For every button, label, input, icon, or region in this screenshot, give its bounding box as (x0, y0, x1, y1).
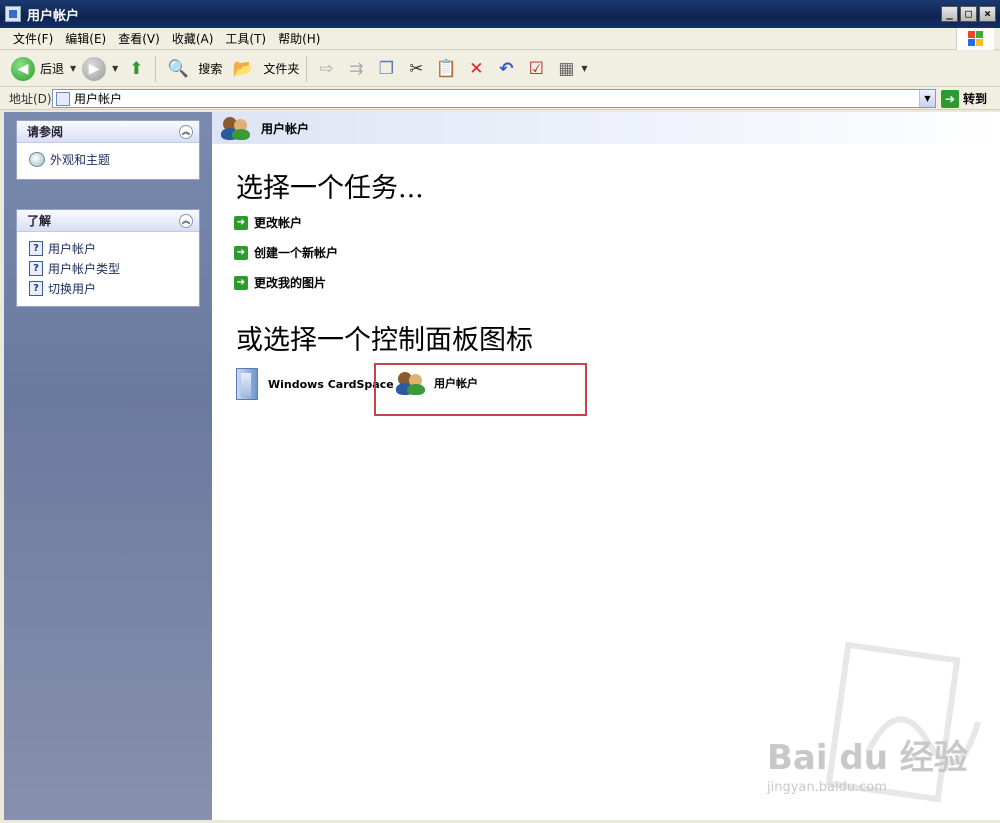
toolbar: ◀ 后退 ▼ ▶ ▼ ⬆ 🔍 搜索 📂 文件夹 ⇨ ⇉ ❐ ✂ 📋 ✕ ↶ ☑ … (0, 51, 1000, 87)
content-area: 用户帐户 选择一个任务... ➔ 更改帐户 ➔ 创建一个新帐户 ➔ 更改我的图片… (212, 112, 1000, 820)
learn-title: 了解 (27, 214, 52, 228)
undo-icon[interactable]: ↶ (494, 57, 518, 81)
back-dropdown-icon[interactable]: ▼ (70, 64, 76, 73)
windows-logo (956, 28, 994, 50)
help-icon: ? (29, 260, 43, 276)
task-pane: 请参阅 ︽ 外观和主题 了解 ︽ ? 用户帐户 ? 用户帐户类型 ? 切换用户 (4, 112, 212, 820)
address-label: 地址(D) (9, 91, 52, 106)
sidebar-item-label: 切换用户 (48, 281, 97, 296)
arrow-icon: ➔ (234, 245, 248, 260)
copy-icon[interactable]: ❐ (374, 57, 398, 81)
menu-bar: 文件(F) 编辑(E) 查看(V) 收藏(A) 工具(T) 帮助(H) (0, 28, 1000, 50)
views-icon[interactable]: ▦ (554, 57, 578, 81)
cut-icon[interactable]: ✂ (404, 57, 428, 81)
sidebar-item-label: 用户帐户 (48, 241, 97, 256)
menu-help[interactable]: 帮助(H) (272, 30, 326, 47)
go-button[interactable]: ➔ 转到 (941, 89, 987, 108)
go-label: 转到 (963, 92, 988, 106)
menu-file[interactable]: 文件(F) (7, 30, 59, 47)
forward-dropdown-icon[interactable]: ▼ (112, 64, 118, 73)
views-dropdown-icon[interactable]: ▼ (581, 64, 587, 73)
task-label: 更改我的图片 (254, 276, 327, 290)
forward-arrow-icon: ▶ (82, 56, 107, 81)
task-create-account[interactable]: ➔ 创建一个新帐户 (234, 244, 338, 261)
window-controls: _ □ × (941, 6, 996, 22)
minimize-button[interactable]: _ (941, 6, 958, 22)
sidebar-item-switch-user[interactable]: ? 切换用户 (29, 278, 199, 298)
back-label: 后退 (40, 62, 65, 76)
address-value: 用户帐户 (74, 92, 123, 106)
menu-edit[interactable]: 编辑(E) (59, 30, 112, 47)
search-icon: 🔍 (167, 58, 189, 79)
menu-tools[interactable]: 工具(T) (219, 30, 272, 47)
address-bar: 地址(D) 用户帐户 ▼ ➔ 转到 (0, 87, 1000, 110)
content-header-title: 用户帐户 (261, 121, 310, 136)
cardspace-icon (236, 368, 258, 400)
learn-header[interactable]: 了解 ︽ (17, 210, 199, 232)
content-header: 用户帐户 (212, 112, 1000, 144)
search-label: 搜索 (198, 62, 223, 76)
learn-panel: 了解 ︽ ? 用户帐户 ? 用户帐户类型 ? 切换用户 (16, 209, 200, 307)
sidebar-item-label: 外观和主题 (50, 152, 111, 167)
user-accounts-icon (221, 115, 251, 141)
move-to-icon[interactable]: ⇨ (314, 57, 338, 81)
back-button[interactable]: ◀ 后退 ▼ (0, 54, 79, 84)
watermark-url: jingyan.baidu.com (767, 780, 887, 795)
control-panel-icon (56, 91, 70, 106)
back-arrow-icon: ◀ (11, 56, 35, 81)
task-change-account[interactable]: ➔ 更改帐户 (234, 214, 302, 231)
task-heading: 选择一个任务... (236, 173, 424, 204)
toolbar-separator (306, 55, 308, 82)
highlight-annotation (374, 363, 587, 416)
see-also-title: 请参阅 (27, 125, 64, 139)
window-title: 用户帐户 (27, 8, 80, 24)
icon-heading: 或选择一个控制面板图标 (236, 325, 533, 356)
sidebar-item-user-accounts[interactable]: ? 用户帐户 (29, 238, 199, 258)
delete-icon[interactable]: ✕ (464, 57, 488, 81)
arrow-icon: ➔ (234, 215, 248, 230)
up-folder-icon[interactable]: ⬆ (124, 57, 148, 81)
maximize-button[interactable]: □ (960, 6, 977, 22)
toolbar-separator (155, 55, 157, 82)
see-also-header[interactable]: 请参阅 ︽ (17, 121, 199, 143)
see-also-panel: 请参阅 ︽ 外观和主题 (16, 120, 200, 180)
folder-icon: 📂 (232, 58, 254, 79)
close-button[interactable]: × (979, 6, 996, 22)
watermark-brand: Bai du 经验 (767, 738, 968, 778)
windows-flag-icon (968, 31, 984, 47)
sidebar-item-account-types[interactable]: ? 用户帐户类型 (29, 258, 199, 278)
paste-icon[interactable]: 📋 (434, 57, 458, 81)
sidebar-item-appearance[interactable]: 外观和主题 (29, 149, 199, 169)
task-change-picture[interactable]: ➔ 更改我的图片 (234, 274, 326, 291)
collapse-icon[interactable]: ︽ (179, 125, 193, 139)
title-bar: 用户帐户 _ □ × (0, 0, 1000, 28)
task-label: 创建一个新帐户 (254, 246, 339, 260)
window-icon (5, 6, 21, 22)
help-icon: ? (29, 240, 43, 256)
sidebar-item-label: 用户帐户类型 (48, 261, 121, 276)
properties-icon[interactable]: ☑ (524, 57, 548, 81)
collapse-icon[interactable]: ︽ (179, 214, 193, 228)
help-icon: ? (29, 280, 43, 296)
menu-favorites[interactable]: 收藏(A) (166, 30, 220, 47)
search-button[interactable]: 🔍 搜索 (160, 54, 225, 84)
folders-button[interactable]: 📂 文件夹 (225, 54, 302, 84)
task-label: 更改帐户 (254, 216, 303, 230)
address-dropdown-icon[interactable]: ▼ (919, 90, 935, 107)
go-arrow-icon: ➔ (941, 89, 959, 108)
appearance-icon (29, 151, 45, 167)
menu-view[interactable]: 查看(V) (112, 30, 166, 47)
copy-to-icon[interactable]: ⇉ (344, 57, 368, 81)
address-input[interactable]: 用户帐户 ▼ (52, 89, 936, 108)
forward-button[interactable]: ▶ ▼ (79, 54, 121, 84)
arrow-icon: ➔ (234, 275, 248, 290)
cp-item-cardspace[interactable]: Windows CardSpace (236, 368, 394, 400)
folders-label: 文件夹 (263, 62, 300, 76)
